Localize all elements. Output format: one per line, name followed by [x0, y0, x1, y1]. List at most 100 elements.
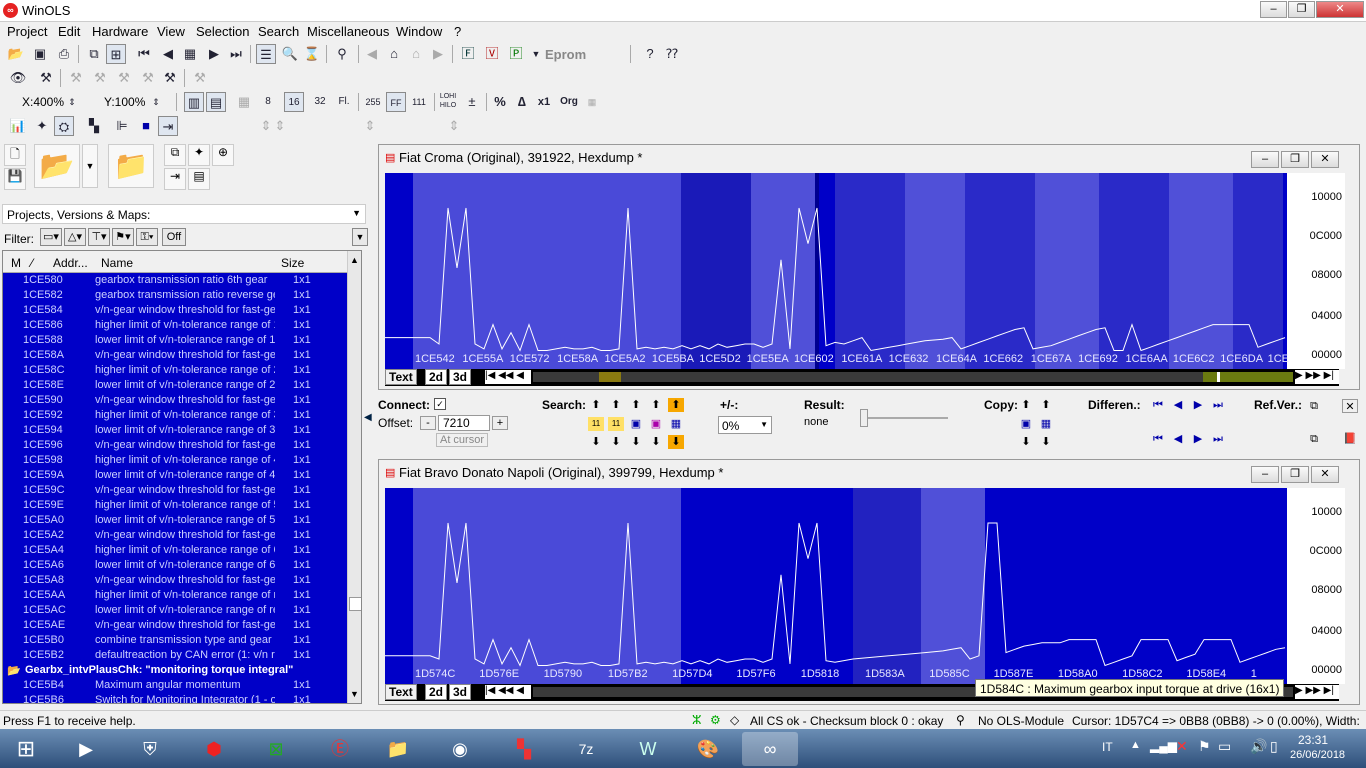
zoom-x-label[interactable]: X:400% — [22, 95, 64, 109]
winols-app-icon[interactable]: ∞ — [3, 3, 18, 18]
network-icon[interactable]: ✕ — [1176, 738, 1188, 755]
table-row[interactable]: 1CE5A6 lower limit of v/n-tolerance range… — [3, 559, 347, 574]
hourglass-icon[interactable]: ⌛ — [302, 44, 322, 64]
zoom-y-spinner-icon[interactable]: ⇕ — [150, 92, 162, 112]
copy-up-1-icon[interactable]: ⬆ — [1018, 398, 1034, 412]
original-button[interactable]: Org — [557, 92, 581, 112]
7zip-icon[interactable]: 7z — [558, 732, 614, 766]
map-highlight-band[interactable] — [1169, 173, 1233, 369]
map-highlight-band[interactable] — [965, 173, 1035, 369]
diff-next-icon[interactable]: ▶ — [1190, 398, 1206, 412]
copy-table-icon[interactable]: ▦ — [1038, 417, 1054, 431]
menu-miscellaneous[interactable]: Miscellaneous — [307, 24, 389, 39]
signal-icon[interactable]: ▂▄▆ — [1150, 739, 1177, 753]
diff2-last-icon[interactable]: ⏭ — [1210, 432, 1226, 446]
copy-map-icon[interactable]: ▣ — [1018, 417, 1034, 431]
hw-tool-4-icon[interactable]: ⚒ — [138, 68, 158, 88]
grid-icon[interactable]: ▦ — [180, 44, 200, 64]
next-page-icon[interactable]: ▶ — [204, 44, 224, 64]
search-down-2-icon[interactable]: ⬇ — [608, 435, 624, 449]
clock-date[interactable]: 26/06/2018 — [1290, 749, 1345, 761]
eye-icon[interactable]: 👁 — [8, 68, 28, 88]
byte-order-button[interactable]: LOHI HILO — [438, 92, 458, 112]
diff2-next-icon[interactable]: ▶ — [1190, 432, 1206, 446]
spinner-4-icon[interactable]: ⇕ — [444, 116, 464, 136]
car-tool-icon[interactable]: ⛭ — [54, 116, 74, 136]
table-row[interactable]: 1CE586 higher limit of v/n-tolerance rang… — [3, 319, 347, 334]
search-up-3-icon[interactable]: ⬆ — [628, 398, 644, 412]
split-view-icon[interactable]: ⊞ — [106, 44, 126, 64]
doc2-tab-3d[interactable]: 3d — [449, 684, 472, 700]
result-slider-thumb[interactable] — [860, 409, 868, 427]
offset-input[interactable]: 7210 — [438, 415, 490, 431]
doc1-maximize-button[interactable]: ❐ — [1281, 151, 1309, 168]
hex-view-icon[interactable]: ▥ — [184, 92, 204, 112]
minimize-button[interactable]: – — [1260, 1, 1287, 18]
hw-tool-5-icon[interactable]: ⚒ — [160, 68, 180, 88]
factor-button[interactable]: x1 — [534, 92, 554, 112]
32-bit-button[interactable]: 32 — [310, 92, 330, 112]
panel-close-icon[interactable]: ✕ — [1342, 399, 1358, 413]
at-cursor-button[interactable]: At cursor — [436, 433, 488, 447]
house-icon[interactable]: ⌂ — [406, 44, 426, 64]
table-row[interactable]: 1CE59A lower limit of v/n-tolerance range… — [3, 469, 347, 484]
column-sort[interactable]: ⁄ — [31, 256, 33, 270]
book-icon[interactable]: 📕 — [1342, 432, 1358, 446]
table-row[interactable]: 1CE5B2 defaultreaction by CAN error (1: v… — [3, 649, 347, 664]
menu-edit[interactable]: Edit — [58, 24, 80, 39]
copy-down-1-icon[interactable]: ⬇ — [1018, 435, 1034, 449]
doc1-scroll-right-icons[interactable]: ▶ ▶▶ ▶| — [1295, 370, 1339, 384]
house-up-icon[interactable]: ⌂ — [384, 44, 404, 64]
table-row[interactable]: 1CE5A4 higher limit of v/n-tolerance rang… — [3, 544, 347, 559]
battery-icon[interactable]: ▯ — [1270, 738, 1278, 755]
table-row[interactable]: 1CE592 higher limit of v/n-tolerance rang… — [3, 409, 347, 424]
doc2-graph[interactable]: 10000 0C000 08000 04000 00000 1D574C 1D57… — [385, 488, 1345, 684]
connect-checkbox[interactable]: ✓ — [434, 398, 446, 410]
printer-icon[interactable]: ⎙ — [54, 44, 74, 64]
diff-first-icon[interactable]: ⏮ — [1150, 398, 1166, 412]
align-tool-icon[interactable]: ⊫ — [112, 116, 132, 136]
delta-button[interactable]: ∆ — [512, 92, 532, 112]
wizard-icon[interactable]: ✦ — [188, 144, 210, 166]
menu-selection[interactable]: Selection — [196, 24, 249, 39]
copy-down-2-icon[interactable]: ⬇ — [1038, 435, 1054, 449]
column-address[interactable]: Addr... — [53, 256, 88, 270]
diff-last-icon[interactable]: ⏭ — [1210, 398, 1226, 412]
hw-tool-3-icon[interactable]: ⚒ — [114, 68, 134, 88]
blue-square-icon[interactable]: ■ — [136, 116, 156, 136]
first-page-icon[interactable]: ⏮ — [134, 44, 154, 64]
projects-dropdown[interactable]: Projects, Versions & Maps: ▼ — [2, 204, 366, 224]
search-up-4-icon[interactable]: ⬆ — [648, 398, 664, 412]
chrome-icon[interactable]: ◉ — [432, 732, 488, 766]
filter-dropdown-icon[interactable]: ▼ — [352, 228, 368, 246]
decimal-button[interactable]: 255 — [362, 92, 384, 112]
16-bit-button[interactable]: 16 — [284, 92, 304, 112]
close-button[interactable]: ✕ — [1316, 1, 1364, 18]
table-row[interactable]: 1CE590 v/n-gear window threshold for fast… — [3, 394, 347, 409]
last-page-icon[interactable]: ⏭ — [226, 44, 246, 64]
red-app-icon[interactable]: Ⓔ — [312, 732, 368, 766]
hardware-read-icon[interactable]: ⚒ — [36, 68, 56, 88]
zoom-x-spinner-icon[interactable]: ⇕ — [66, 92, 78, 112]
open-folder-icon[interactable]: 📂 — [6, 44, 26, 64]
search-table-icon[interactable]: ▦ — [668, 417, 684, 431]
volume-icon[interactable]: 🔊 — [1250, 738, 1267, 755]
open-dropdown-icon[interactable]: ▼ — [82, 144, 98, 188]
offset-minus-button[interactable]: - — [420, 416, 436, 430]
media-player-icon[interactable]: ▶ — [58, 732, 114, 766]
ecm-app-icon[interactable]: ▚ — [496, 732, 552, 766]
table-row[interactable]: 1CE58E lower limit of v/n-tolerance range… — [3, 379, 347, 394]
f-box-icon[interactable]: 🄵 — [458, 44, 478, 64]
table-row[interactable]: 1CE5B0 combine transmission type and gear… — [3, 634, 347, 649]
folder-row[interactable]: 📂 Gearbx_intvPlausChk: "monitoring torque… — [3, 664, 347, 679]
language-indicator[interactable]: IT — [1102, 740, 1113, 754]
search-down-1-icon[interactable]: ⬇ — [588, 435, 604, 449]
tray-expand-icon[interactable]: ▲ — [1130, 739, 1141, 751]
hw-tool-6-icon[interactable]: ⚒ — [190, 68, 210, 88]
menu-search[interactable]: Search — [258, 24, 299, 39]
word-icon[interactable]: W — [620, 732, 676, 766]
table-row[interactable]: 1CE59E higher limit of v/n-tolerance rang… — [3, 499, 347, 514]
search-down-all-icon[interactable]: ⬇ — [668, 435, 684, 449]
properties-icon[interactable]: ▤ — [188, 168, 210, 190]
eprom-button[interactable]: Eprom — [545, 47, 586, 62]
